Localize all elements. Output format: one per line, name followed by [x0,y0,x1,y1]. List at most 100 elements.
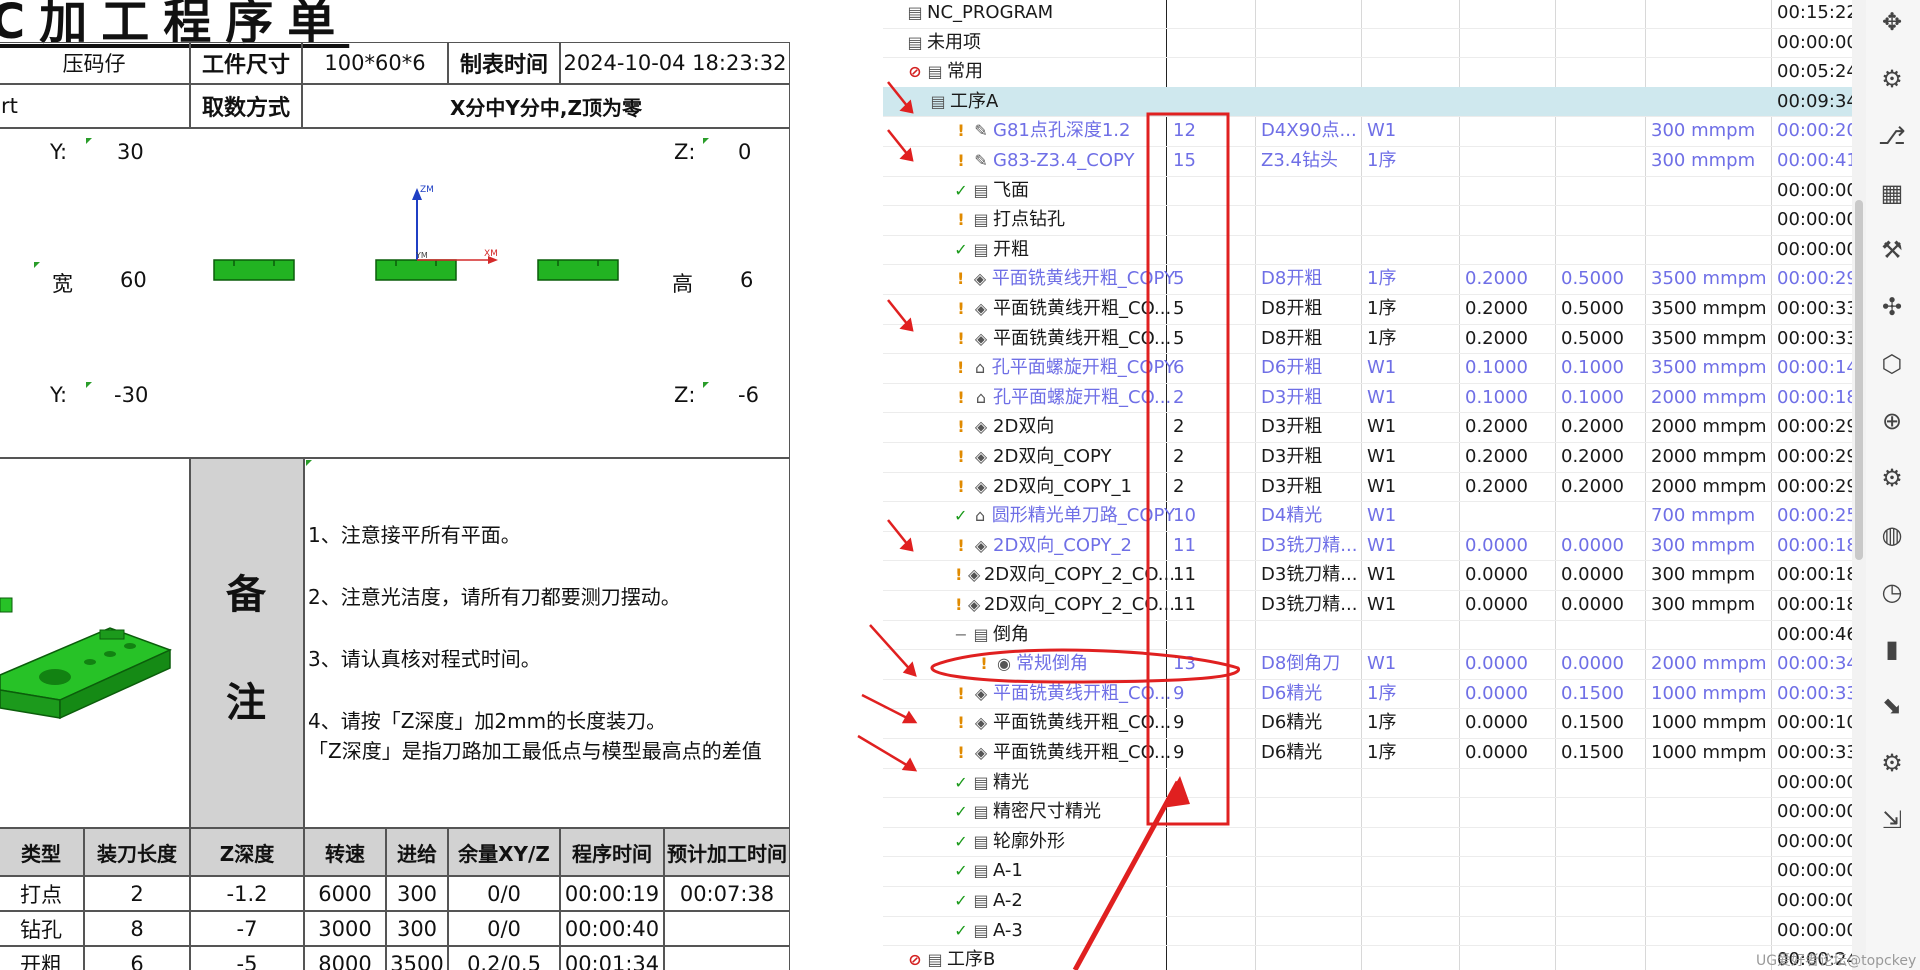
op-name-cell[interactable]: ! ◈ 平面铣黄线开粗_CO... [951,738,1175,768]
tree-row[interactable]: ✓ ▤ 轮廓外形 00:00:00 [883,827,1852,857]
tree-row[interactable]: ✓ ⌂ 圆形精光单刀路_COPY 10 D4精光 W1 700 mmpm 00:00:25 [883,501,1852,531]
op-name-cell[interactable]: ! ◈ 平面铣黄线开粗_COPY [951,264,1175,294]
tree-row[interactable]: ✓ ▤ 精密尺寸精光 00:00:00 [883,797,1852,827]
op-name: 精密尺寸精光 [993,801,1101,823]
tree-row[interactable]: ! ◈ 平面铣黄线开粗_CO... 9 D6精光 1序 0.0000 0.1500 1000 m… [883,738,1852,768]
tree-row[interactable]: ! ◈ 平面铣黄线开粗_CO... 5 D8开粗 1序 0.2000 0.5000 3500 m… [883,294,1852,324]
tree-row[interactable]: ▤ 未用项 00:00:00 [883,28,1852,58]
op-name-cell[interactable]: ✓ ⌂ 圆形精光单刀路_COPY [951,501,1175,531]
op-name-cell[interactable]: ▤ 未用项 [905,28,1175,58]
tree-row[interactable]: ⊘ ▤ 工序B 00:00:24 [883,945,1852,970]
export-icon[interactable]: ⇲ [1876,804,1908,836]
tree-row[interactable]: ✓ ▤ A-1 00:00:00 [883,856,1852,886]
tree-row[interactable]: ! ⌂ 孔平面螺旋开粗_COPY 6 D6开粗 W1 0.1000 0.1000 3500 mm… [883,353,1852,383]
globe-icon[interactable]: ◍ [1876,519,1908,551]
tree-row[interactable]: ! ✎ G83-Z3.4_COPY 15 Z3.4钻头 1序 300 mmpm 00:00:4… [883,146,1852,176]
op-name-cell[interactable]: − ▤ 倒角 [951,620,1175,650]
op-name-cell[interactable]: ! ◉ 常规倒角 [974,649,1175,679]
tree-row[interactable]: ✓ ▤ A-2 00:00:00 [883,886,1852,916]
tree-row[interactable]: ! ◈ 2D双向_COPY_2 11 D3铣刀精... W1 0.0000 0.0000 300… [883,531,1852,561]
tree-row[interactable]: ✓ ▤ 开粗 00:00:00 [883,235,1852,265]
op-name-cell[interactable]: ✓ ▤ A-2 [951,886,1175,916]
tree-row[interactable]: ▤ NC_PROGRAM 00:15:22 [883,0,1852,28]
box-icon[interactable]: ⬡ [1876,348,1908,380]
op-name-cell[interactable]: ! ⌂ 孔平面螺旋开粗_CO... [951,383,1175,413]
tree-row[interactable]: − ▤ 倒角 00:00:46 [883,620,1852,650]
tree-row[interactable]: ! ⌂ 孔平面螺旋开粗_CO... 2 D3开粗 W1 0.1000 0.1000 2000 m… [883,383,1852,413]
settings-icon[interactable]: ⚙ [1876,747,1908,779]
op-name-cell[interactable]: ✓ ▤ 精密尺寸精光 [951,797,1175,827]
tree-row[interactable]: ! ◈ 2D双向_COPY_1 2 D3开粗 W1 0.2000 0.2000 2000 mmp… [883,472,1852,502]
tool-number: 2 [1173,416,1185,438]
tree-row[interactable]: ! ◈ 平面铣黄线开粗_CO... 9 D6精光 1序 0.0000 0.1500 1000 m… [883,708,1852,738]
op-name-cell[interactable]: ⊘ ▤ 常用 [905,57,1175,87]
panel-scrollbar-thumb[interactable] [1855,200,1863,560]
op-name-cell[interactable]: ✓ ▤ 轮廓外形 [951,827,1175,857]
tree-row[interactable]: ! ✎ G81点孔深度1.2 12 D4X90点... W1 300 mmpm 00:00:2… [883,116,1852,146]
op-name-cell[interactable]: ! ◈ 2D双向_COPY_2 [951,531,1175,561]
tree-row[interactable]: ✓ ▤ A-3 00:00:00 [883,916,1852,946]
op-name-cell[interactable]: ▤ 工序A [928,87,1175,117]
collapse-icon[interactable]: − [951,620,971,650]
table-icon[interactable]: ▦ [1876,177,1908,209]
warning-icon: ! [957,121,965,141]
op-name-cell[interactable]: ! ◈ 2D双向 [951,412,1175,442]
op-name-cell[interactable]: ✓ ▤ 飞面 [951,176,1175,206]
clock-icon[interactable]: ◷ [1876,576,1908,608]
snap-icon[interactable]: ⬊ [1876,690,1908,722]
machine-group: 1序 [1367,298,1397,319]
tree-row[interactable]: ! ◈ 平面铣黄线开粗_COPY 5 D8开粗 1序 0.2000 0.5000 3500 mm… [883,264,1852,294]
tree-row[interactable]: ✓ ▤ 飞面 00:00:00 [883,176,1852,206]
tree-row[interactable]: ! ◈ 平面铣黄线开粗_CO... 9 D6精光 1序 0.0000 0.1500 1000 m… [883,679,1852,709]
tree-row[interactable]: ! ▤ 打点钻孔 00:00:00 [883,205,1852,235]
op-name-cell[interactable]: ! ◈ 平面铣黄线开粗_CO... [951,679,1175,709]
tree-row[interactable]: ! ◈ 2D双向_COPY_2_CO... 11 D3铣刀精... W1 0.0000 0.0… [883,560,1852,590]
op-name-cell[interactable]: ✓ ▤ 精光 [951,768,1175,798]
op-name-cell[interactable]: ! ◈ 2D双向_COPY_1 [951,472,1175,502]
size-value: 100*60*6 [302,42,448,84]
tree-row[interactable]: ! ◈ 2D双向 2 D3开粗 W1 0.2000 0.2000 2000 mmpm 00:00:… [883,412,1852,442]
path-icon[interactable]: ✣ [1876,291,1908,323]
op-name-cell[interactable]: ! ✎ G83-Z3.4_COPY [951,146,1175,176]
op-name-cell[interactable]: ✓ ▤ 开粗 [951,235,1175,265]
op-name-cell[interactable]: ! ✎ G81点孔深度1.2 [951,116,1175,146]
op-name-cell[interactable]: ▤ NC_PROGRAM [905,0,1175,28]
table-cell: 2 [84,876,190,911]
table-cell: 3000 [304,911,386,946]
tree-row[interactable]: ✓ ▤ 精光 00:00:00 [883,768,1852,798]
op-name-cell[interactable]: ! ◈ 2D双向_COPY_2_CO... [951,590,1175,620]
table-header-cell: 预计加工时间 [664,828,790,876]
wrench-icon[interactable]: ⚙ [1876,462,1908,494]
feed-rate: 1000 mmpm [1651,742,1767,763]
table-cell: 0.2/0.5 [448,946,560,970]
machine-group: W1 [1367,386,1397,408]
op-name-cell[interactable]: ⊘ ▤ 工序B [905,945,1175,970]
op-name-cell[interactable]: ! ⌂ 孔平面螺旋开粗_COPY [951,353,1175,383]
tree-row[interactable]: ▤ 工序A 00:09:34 [883,86,1852,117]
stock-xy [1465,146,1553,176]
tree-row[interactable]: ! ◈ 2D双向_COPY_2_CO... 11 D3铣刀精... W1 0.0000 0.0… [883,590,1852,620]
tree-row[interactable]: ! ◈ 平面铣黄线开粗_CO... 5 D8开粗 1序 0.2000 0.5000 3500 m… [883,324,1852,354]
tree-row[interactable]: ! ◈ 2D双向_COPY 2 D3开粗 W1 0.2000 0.2000 2000 mmpm 0… [883,442,1852,472]
mill-icon: ◈ [974,476,988,496]
move-icon[interactable]: ✥ [1876,6,1908,38]
op-name-cell[interactable]: ! ◈ 2D双向_COPY_2_CO... [951,560,1175,590]
op-name-cell[interactable]: ✓ ▤ A-1 [951,856,1175,886]
color-icon[interactable]: ▮ [1876,633,1908,665]
op-name-cell[interactable]: ! ◈ 平面铣黄线开粗_CO... [951,294,1175,324]
tree-row[interactable]: ! ◉ 常规倒角 13 D8倒角刀 W1 0.0000 0.0000 2000 mmpm 00:0… [883,649,1852,679]
op-name-cell[interactable]: ! ◈ 2D双向_COPY [951,442,1175,472]
op-name-cell[interactable]: ! ▤ 打点钻孔 [951,205,1175,235]
tree-icon[interactable]: ⎇ [1876,120,1908,152]
iso-part-view [0,597,172,720]
table-cell: 6 [84,946,190,970]
tool-icon[interactable]: ⚒ [1876,234,1908,266]
tree-row[interactable]: ⊘ ▤ 常用 00:05:24 [883,57,1852,87]
op-name-cell[interactable]: ! ◈ 平面铣黄线开粗_CO... [951,708,1175,738]
gear-icon[interactable]: ⚙ [1876,63,1908,95]
folder-icon: ▤ [973,180,989,200]
op-name-cell[interactable]: ✓ ▤ A-3 [951,916,1175,946]
drill-icon[interactable]: ⊕ [1876,405,1908,437]
op-name-cell[interactable]: ! ◈ 平面铣黄线开粗_CO... [951,324,1175,354]
size-label: 工件尺寸 [190,42,302,84]
